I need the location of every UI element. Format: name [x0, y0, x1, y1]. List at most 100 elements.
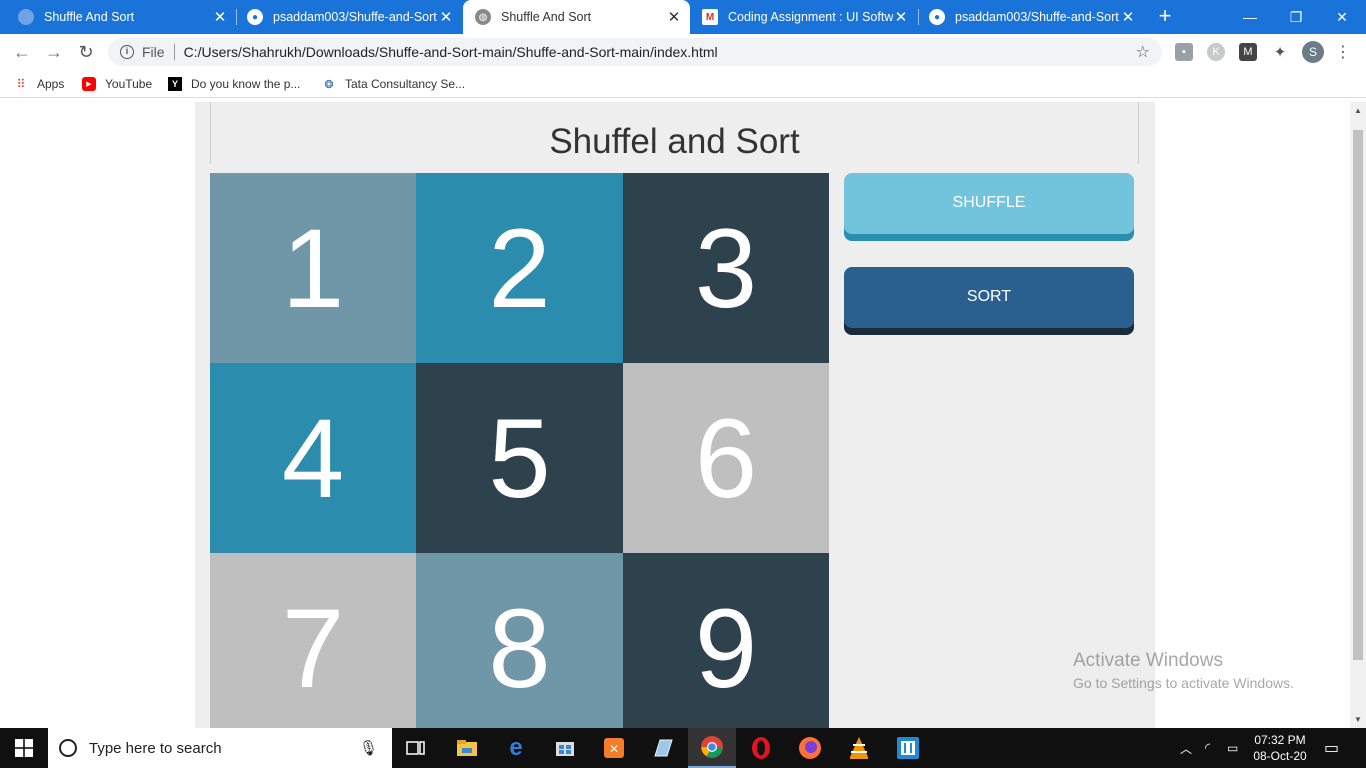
store-icon[interactable] [541, 728, 589, 768]
tile-grid: 1 2 3 4 5 6 7 8 9 [210, 173, 829, 728]
shuffle-button[interactable]: SHUFFLE [844, 173, 1134, 241]
close-icon[interactable]: ✕ [212, 8, 228, 26]
tile-9: 9 [623, 553, 829, 728]
tile-8: 8 [416, 553, 623, 728]
restore-icon[interactable]: ❐ [1273, 0, 1319, 34]
scroll-down-arrow-icon[interactable]: ▼ [1354, 715, 1362, 724]
close-icon[interactable]: ✕ [1120, 8, 1136, 26]
bookmark-label: Tata Consultancy Se... [345, 77, 466, 91]
k-extension-icon[interactable]: K [1207, 43, 1225, 61]
browser-toolbar: ← → ↻ i File C:/Users/Shahrukh/Downloads… [0, 34, 1366, 70]
address-bar[interactable]: i File C:/Users/Shahrukh/Downloads/Shuff… [108, 38, 1162, 66]
app-window-icon[interactable] [884, 728, 932, 768]
menu-kebab-icon[interactable]: ⋮ [1334, 43, 1352, 61]
url-text[interactable]: C:/Users/Shahrukh/Downloads/Shuffe-and-S… [184, 44, 1136, 60]
info-icon[interactable]: i [120, 45, 134, 59]
file-explorer-icon[interactable] [443, 728, 491, 768]
close-window-icon[interactable]: ✕ [1319, 0, 1365, 34]
clock-time: 07:32 PM [1254, 733, 1306, 747]
cortana-circle-icon [59, 739, 77, 757]
back-arrow-icon[interactable]: ← [10, 40, 34, 64]
forward-arrow-icon[interactable]: → [42, 40, 66, 64]
minimize-icon[interactable]: — [1227, 0, 1273, 34]
tab-github-repo-1[interactable]: ● psaddam003/Shuffe-and-Sort ✕ [237, 0, 462, 34]
reload-icon[interactable]: ↻ [74, 40, 98, 64]
tile-1: 1 [210, 173, 416, 363]
bookmark-youtube[interactable]: ▶ YouTube [82, 76, 152, 92]
bookmark-tata[interactable]: ❂ Tata Consultancy Se... [322, 76, 465, 92]
task-view-icon[interactable] [392, 728, 440, 768]
xampp-icon[interactable]: ✕ [590, 728, 638, 768]
vlc-icon[interactable] [835, 728, 883, 768]
taskbar-search-box[interactable]: Type here to search 🎙 [48, 728, 392, 768]
close-icon[interactable]: ✕ [893, 8, 909, 26]
notification-center-icon[interactable]: ▭ [1324, 728, 1339, 768]
title-box: Shuffel and Sort [210, 102, 1139, 164]
svg-text:✕: ✕ [609, 742, 619, 756]
puzzle-extensions-icon[interactable]: ✦ [1271, 43, 1289, 61]
tile-5: 5 [416, 363, 623, 553]
scrollbar-thumb[interactable] [1353, 130, 1363, 660]
edge-browser-icon[interactable]: e [492, 728, 540, 768]
chrome-icon[interactable] [688, 728, 736, 768]
firefox-icon[interactable] [786, 728, 834, 768]
github-icon: ● [247, 9, 263, 25]
page-viewport: Shuffel and Sort 1 2 3 4 5 6 7 8 9 SHUFF… [0, 102, 1366, 728]
watermark-line2: Go to Settings to activate Windows. [1073, 675, 1294, 691]
scroll-up-arrow-icon[interactable]: ▲ [1354, 106, 1362, 115]
apps-grid-icon: ⠿ [16, 77, 26, 91]
tile-4: 4 [210, 363, 416, 553]
clock-date: 08-Oct-20 [1253, 749, 1307, 763]
y-combinator-icon: Y [168, 77, 182, 91]
opera-icon[interactable] [737, 728, 785, 768]
globe-icon [18, 9, 34, 25]
profile-avatar[interactable]: S [1302, 41, 1324, 63]
windows-logo-icon [15, 739, 33, 757]
page-container: Shuffel and Sort 1 2 3 4 5 6 7 8 9 SHUFF… [195, 102, 1155, 728]
address-divider [173, 44, 175, 60]
battery-icon[interactable]: ▭ [1227, 728, 1238, 768]
tile-2: 2 [416, 173, 623, 363]
tab-title: psaddam003/Shuffe-and-Sort [955, 10, 1119, 24]
page-title: Shuffel and Sort [549, 122, 800, 161]
tata-icon: ❂ [324, 78, 334, 91]
tray-chevron-up-icon[interactable]: ︿ [1180, 728, 1192, 768]
bookmark-do-you-know[interactable]: Y Do you know the p... [168, 76, 300, 92]
windows-taskbar: Type here to search 🎙 e ✕ ︿ ◜ ▭ 07:32 PM… [0, 728, 1366, 768]
notepad-app-icon[interactable] [639, 728, 687, 768]
globe-icon: ◍ [475, 9, 491, 25]
bookmark-apps[interactable]: ⠿ Apps [14, 76, 65, 92]
page-scrollbar[interactable]: ▲ ▼ [1350, 102, 1366, 728]
taskbar-search-placeholder: Type here to search [89, 739, 222, 757]
bookmarks-bar: ⠿ Apps ▶ YouTube Y Do you know the p... … [0, 70, 1366, 98]
m-extension-icon[interactable]: M [1239, 43, 1257, 61]
tab-shuffle-and-sort-active[interactable]: ◍ Shuffle And Sort ✕ [463, 0, 690, 34]
bookmark-label: Apps [37, 77, 65, 91]
new-tab-plus-icon[interactable]: + [1154, 5, 1176, 27]
github-icon: ● [929, 9, 945, 25]
youtube-icon: ▶ [82, 77, 96, 91]
system-clock[interactable]: 07:32 PM 08-Oct-20 [1244, 732, 1316, 764]
sort-button[interactable]: SORT [844, 267, 1134, 335]
bookmark-star-icon[interactable]: ☆ [1136, 42, 1150, 62]
tab-shuffle-and-sort-1[interactable]: Shuffle And Sort ✕ [0, 0, 236, 34]
tab-github-repo-2[interactable]: ● psaddam003/Shuffe-and-Sort ✕ [919, 0, 1144, 34]
microphone-icon[interactable]: 🎙 [359, 739, 378, 757]
tab-title: psaddam003/Shuffe-and-Sort [273, 10, 437, 24]
tile-7: 7 [210, 553, 416, 728]
bookmark-label: Do you know the p... [191, 77, 301, 91]
close-icon[interactable]: ✕ [438, 8, 454, 26]
tile-3: 3 [623, 173, 829, 363]
start-button[interactable] [0, 728, 48, 768]
tab-gmail[interactable]: M Coding Assignment : UI Softwa ✕ [692, 0, 917, 34]
browser-tab-strip: Shuffle And Sort ✕ ● psaddam003/Shuffe-a… [0, 0, 1366, 34]
tab-title: Shuffle And Sort [44, 10, 135, 24]
gmail-icon: M [702, 9, 718, 25]
tab-title: Shuffle And Sort [501, 10, 592, 24]
cast-extension-icon[interactable]: ▪ [1175, 43, 1193, 61]
url-scheme-label: File [142, 44, 165, 60]
wifi-icon[interactable]: ◜ [1205, 728, 1210, 768]
watermark-line1: Activate Windows [1073, 650, 1223, 671]
close-icon[interactable]: ✕ [666, 8, 682, 26]
tab-title: Coding Assignment : UI Softwa [728, 10, 893, 24]
